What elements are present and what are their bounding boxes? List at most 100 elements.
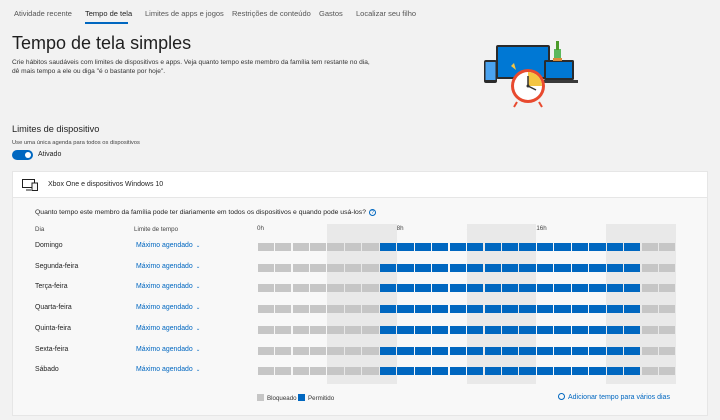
allowed-time-slot[interactable] — [484, 243, 501, 251]
blocked-time-slot[interactable] — [362, 367, 379, 376]
add-time-multiple-days-link[interactable]: Adicionar tempo para vários dias — [558, 393, 670, 401]
allowed-time-slot[interactable] — [379, 263, 397, 272]
allowed-time-slot[interactable] — [484, 305, 501, 314]
allowed-time-slot[interactable] — [467, 367, 484, 376]
blocked-time-slot[interactable] — [641, 367, 658, 376]
blocked-time-slot[interactable] — [327, 305, 344, 314]
blocked-time-slot[interactable] — [292, 325, 309, 334]
allowed-time-slot[interactable] — [502, 325, 519, 334]
blocked-time-slot[interactable] — [659, 305, 676, 314]
allowed-time-slot[interactable] — [502, 243, 519, 251]
allowed-time-slot[interactable] — [554, 325, 571, 334]
blocked-time-slot[interactable] — [344, 284, 362, 293]
allowed-time-slot[interactable] — [432, 346, 449, 355]
allowed-time-slot[interactable] — [536, 305, 554, 314]
blocked-time-slot[interactable] — [362, 305, 379, 314]
blocked-time-slot[interactable] — [344, 325, 362, 334]
allowed-time-slot[interactable] — [502, 263, 519, 272]
blocked-time-slot[interactable] — [275, 263, 292, 272]
allowed-time-slot[interactable] — [449, 325, 466, 334]
allowed-time-slot[interactable] — [519, 243, 536, 251]
blocked-time-slot[interactable] — [292, 305, 309, 314]
allowed-time-slot[interactable] — [467, 346, 484, 355]
blocked-time-slot[interactable] — [327, 346, 344, 355]
blocked-time-slot[interactable] — [257, 346, 274, 355]
allowed-time-slot[interactable] — [536, 367, 554, 376]
allowed-time-slot[interactable] — [414, 367, 431, 376]
allowed-time-slot[interactable] — [624, 263, 641, 272]
allowed-time-slot[interactable] — [589, 325, 606, 334]
allowed-time-slot[interactable] — [449, 367, 466, 376]
allowed-time-slot[interactable] — [589, 305, 606, 314]
blocked-time-slot[interactable] — [275, 284, 292, 293]
allowed-time-slot[interactable] — [484, 325, 501, 334]
allowed-time-slot[interactable] — [414, 346, 431, 355]
tab-atividade-recente[interactable]: Atividade recente — [14, 9, 72, 18]
allowed-time-slot[interactable] — [519, 367, 536, 376]
blocked-time-slot[interactable] — [362, 346, 379, 355]
allowed-time-slot[interactable] — [397, 367, 414, 376]
single-schedule-toggle[interactable] — [12, 150, 33, 160]
time-limit-dropdown[interactable]: Máximo agendado ⌄ — [136, 263, 200, 270]
allowed-time-slot[interactable] — [571, 346, 589, 355]
blocked-time-slot[interactable] — [257, 305, 274, 314]
blocked-time-slot[interactable] — [327, 263, 344, 272]
allowed-time-slot[interactable] — [554, 243, 571, 251]
blocked-time-slot[interactable] — [659, 325, 676, 334]
allowed-time-slot[interactable] — [484, 284, 501, 293]
allowed-time-slot[interactable] — [624, 284, 641, 293]
blocked-time-slot[interactable] — [309, 367, 327, 376]
allowed-time-slot[interactable] — [624, 346, 641, 355]
blocked-time-slot[interactable] — [257, 243, 274, 251]
day-schedule-bar[interactable] — [257, 367, 676, 376]
allowed-time-slot[interactable] — [379, 367, 397, 376]
time-limit-dropdown[interactable]: Máximo agendado ⌄ — [136, 325, 200, 332]
allowed-time-slot[interactable] — [397, 263, 414, 272]
time-limit-dropdown[interactable]: Máximo agendado ⌄ — [136, 304, 200, 311]
day-schedule-bar[interactable] — [257, 305, 676, 314]
allowed-time-slot[interactable] — [502, 284, 519, 293]
allowed-time-slot[interactable] — [554, 284, 571, 293]
blocked-time-slot[interactable] — [344, 346, 362, 355]
allowed-time-slot[interactable] — [379, 243, 397, 251]
blocked-time-slot[interactable] — [362, 325, 379, 334]
blocked-time-slot[interactable] — [292, 346, 309, 355]
allowed-time-slot[interactable] — [397, 284, 414, 293]
allowed-time-slot[interactable] — [589, 284, 606, 293]
blocked-time-slot[interactable] — [292, 284, 309, 293]
allowed-time-slot[interactable] — [536, 346, 554, 355]
allowed-time-slot[interactable] — [432, 367, 449, 376]
blocked-time-slot[interactable] — [659, 367, 676, 376]
time-limit-dropdown[interactable]: Máximo agendado ⌄ — [136, 366, 200, 373]
allowed-time-slot[interactable] — [536, 263, 554, 272]
allowed-time-slot[interactable] — [414, 243, 431, 251]
help-icon[interactable]: ? — [368, 209, 376, 216]
allowed-time-slot[interactable] — [606, 263, 624, 272]
allowed-time-slot[interactable] — [502, 367, 519, 376]
blocked-time-slot[interactable] — [659, 284, 676, 293]
allowed-time-slot[interactable] — [571, 305, 589, 314]
day-schedule-bar[interactable] — [257, 346, 676, 355]
allowed-time-slot[interactable] — [606, 325, 624, 334]
tab-limites-apps-jogos[interactable]: Limites de apps e jogos — [145, 9, 224, 18]
allowed-time-slot[interactable] — [554, 305, 571, 314]
allowed-time-slot[interactable] — [432, 243, 449, 251]
allowed-time-slot[interactable] — [449, 243, 466, 251]
allowed-time-slot[interactable] — [397, 346, 414, 355]
blocked-time-slot[interactable] — [275, 346, 292, 355]
blocked-time-slot[interactable] — [327, 243, 344, 251]
allowed-time-slot[interactable] — [624, 367, 641, 376]
time-limit-dropdown[interactable]: Máximo agendado ⌄ — [136, 346, 200, 353]
allowed-time-slot[interactable] — [449, 284, 466, 293]
allowed-time-slot[interactable] — [379, 346, 397, 355]
blocked-time-slot[interactable] — [344, 305, 362, 314]
allowed-time-slot[interactable] — [571, 284, 589, 293]
tab-tempo-de-tela[interactable]: Tempo de tela — [85, 9, 132, 18]
allowed-time-slot[interactable] — [519, 263, 536, 272]
blocked-time-slot[interactable] — [641, 346, 658, 355]
allowed-time-slot[interactable] — [467, 263, 484, 272]
allowed-time-slot[interactable] — [624, 305, 641, 314]
allowed-time-slot[interactable] — [554, 263, 571, 272]
allowed-time-slot[interactable] — [397, 325, 414, 334]
blocked-time-slot[interactable] — [641, 305, 658, 314]
